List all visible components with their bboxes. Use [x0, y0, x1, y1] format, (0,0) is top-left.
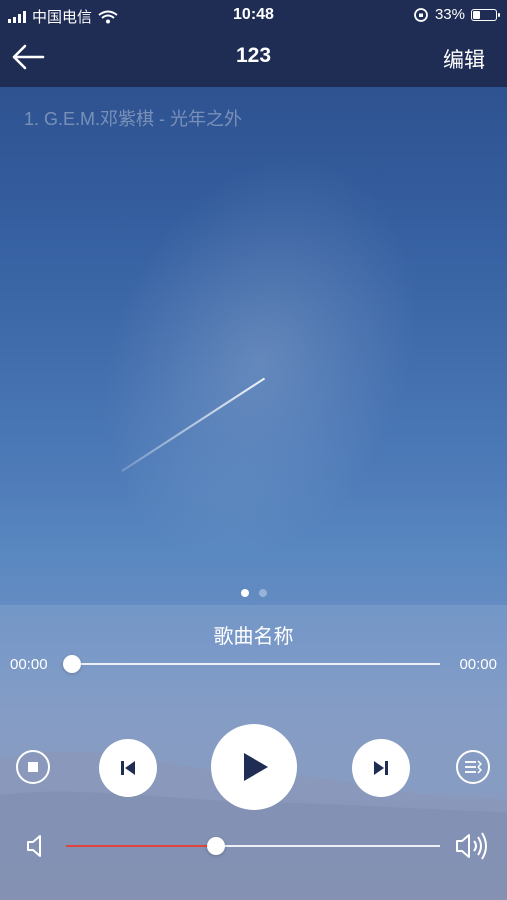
milky-way-glow	[47, 111, 473, 609]
volume-slider-knob[interactable]	[206, 837, 225, 855]
status-bar: 中国电信 10:48 33%	[0, 0, 507, 30]
progress-track[interactable]	[72, 663, 440, 665]
progress-slider-knob[interactable]	[63, 655, 81, 673]
previous-track-icon	[121, 761, 135, 775]
lyric-line: 1. G.E.M.邓紫棋 - 光年之外	[24, 109, 243, 129]
next-track-icon	[374, 761, 388, 775]
page-indicator[interactable]	[0, 589, 507, 597]
play-button[interactable]	[211, 724, 297, 810]
stop-icon	[28, 762, 38, 772]
next-button[interactable]	[352, 739, 410, 797]
total-duration: 00:00	[459, 656, 497, 673]
elapsed-time: 00:00	[10, 656, 48, 673]
nav-bar: 123 编辑	[0, 30, 507, 87]
play-icon	[244, 753, 268, 781]
battery-percent: 33%	[434, 6, 465, 23]
battery-level-fill	[473, 10, 481, 19]
rotation-lock-icon	[414, 7, 428, 22]
volume-high-icon[interactable]	[454, 830, 492, 862]
volume-low-icon[interactable]	[25, 832, 49, 860]
page-title: 123	[235, 44, 272, 67]
previous-button[interactable]	[99, 739, 157, 797]
song-name: 歌曲名称	[213, 626, 294, 648]
playlist-icon	[465, 760, 482, 774]
status-right: 33%	[413, 6, 500, 23]
playlist-button[interactable]	[456, 750, 490, 784]
stop-button[interactable]	[16, 750, 50, 784]
edit-button[interactable]: 编辑	[443, 44, 485, 74]
page-dot[interactable]	[240, 589, 249, 597]
battery-icon	[471, 8, 500, 21]
volume-level-fill	[66, 845, 216, 847]
page-dot[interactable]	[258, 589, 267, 597]
